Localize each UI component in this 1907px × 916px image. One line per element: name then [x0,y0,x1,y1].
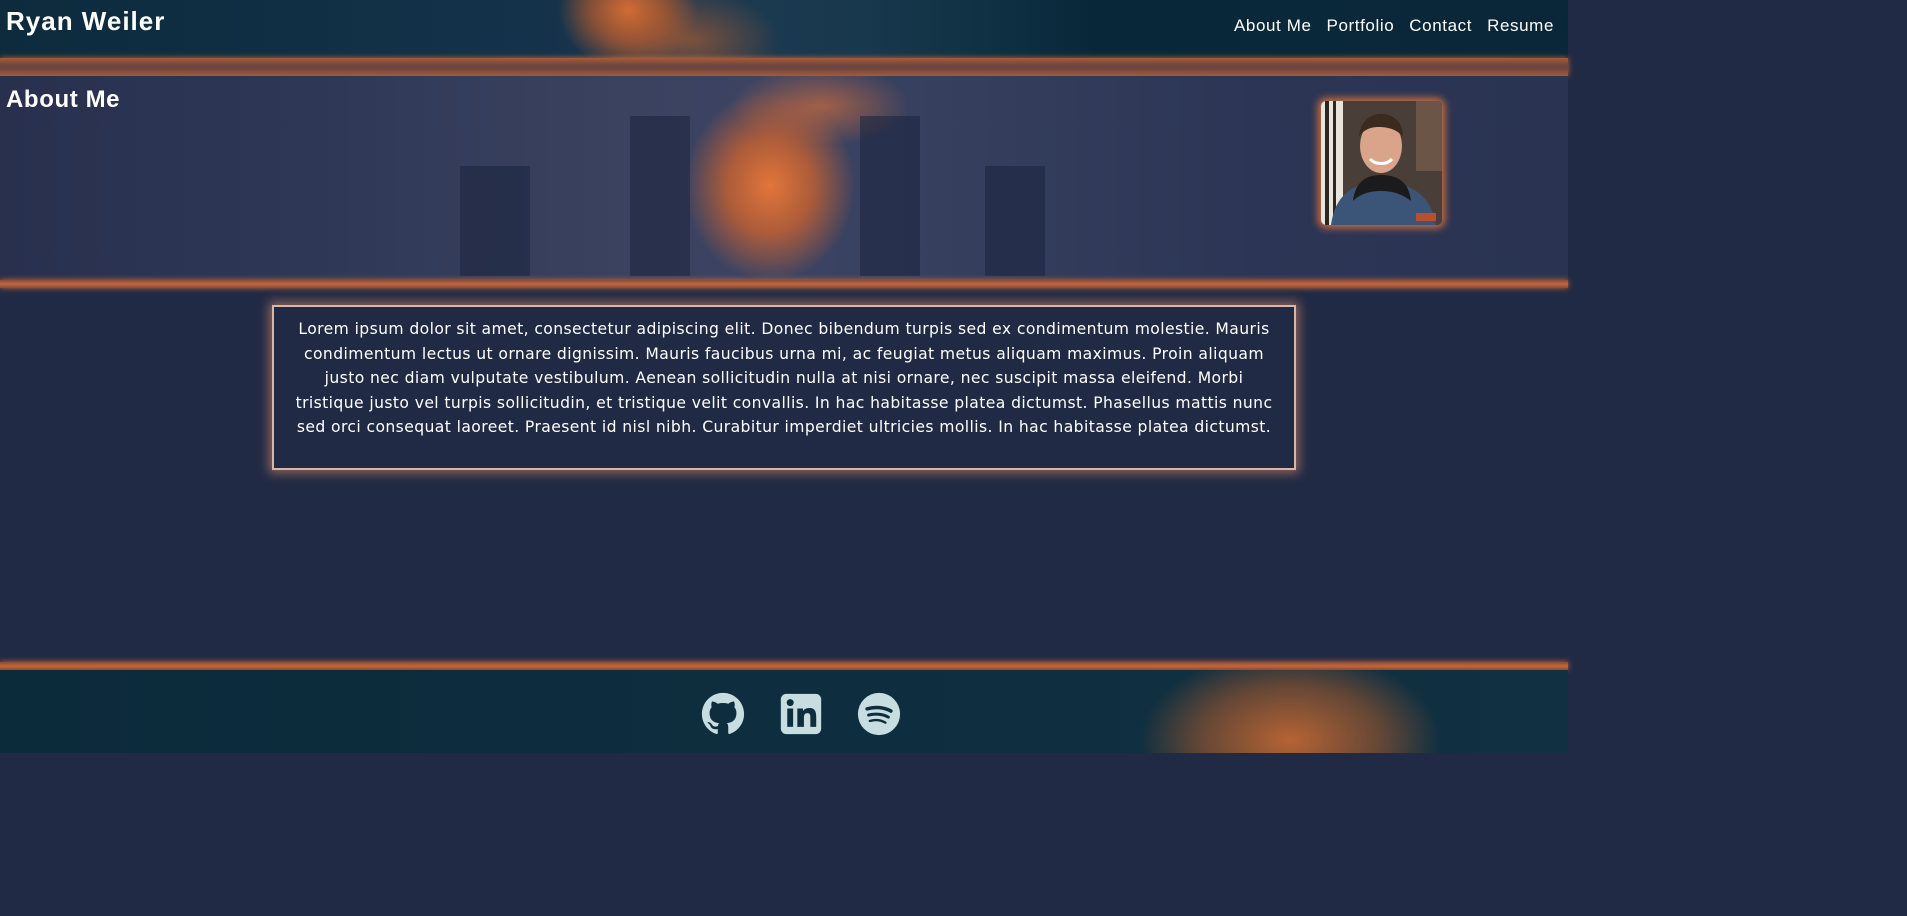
profile-photo [1321,101,1442,225]
profile-photo-image [1321,101,1442,225]
section-title: About Me [6,86,121,113]
bio-text: Lorem ipsum dolor sit amet, consectetur … [295,320,1273,436]
nav-link-about-me[interactable]: About Me [1234,16,1312,36]
site-header: Ryan Weiler About Me Portfolio Contact R… [0,0,1568,58]
nav-link-resume[interactable]: Resume [1487,16,1554,36]
hero-background-shape [985,166,1045,276]
main-nav: About Me Portfolio Contact Resume [1234,16,1554,36]
github-icon[interactable] [701,692,745,736]
hero-background-shape [460,166,530,276]
site-title[interactable]: Ryan Weiler [6,6,165,37]
spotify-icon[interactable] [857,692,901,736]
bio-card: Lorem ipsum dolor sit amet, consectetur … [272,305,1296,470]
site-footer [0,670,1568,753]
linkedin-icon[interactable] [779,692,823,736]
header-divider [0,58,1568,76]
nav-link-contact[interactable]: Contact [1409,16,1472,36]
footer-divider [0,662,1568,670]
hero-divider [0,280,1568,288]
nav-link-portfolio[interactable]: Portfolio [1327,16,1395,36]
hero-background-shape [860,116,920,276]
hero-section: About Me [0,76,1568,280]
hero-background-shape [630,116,690,276]
